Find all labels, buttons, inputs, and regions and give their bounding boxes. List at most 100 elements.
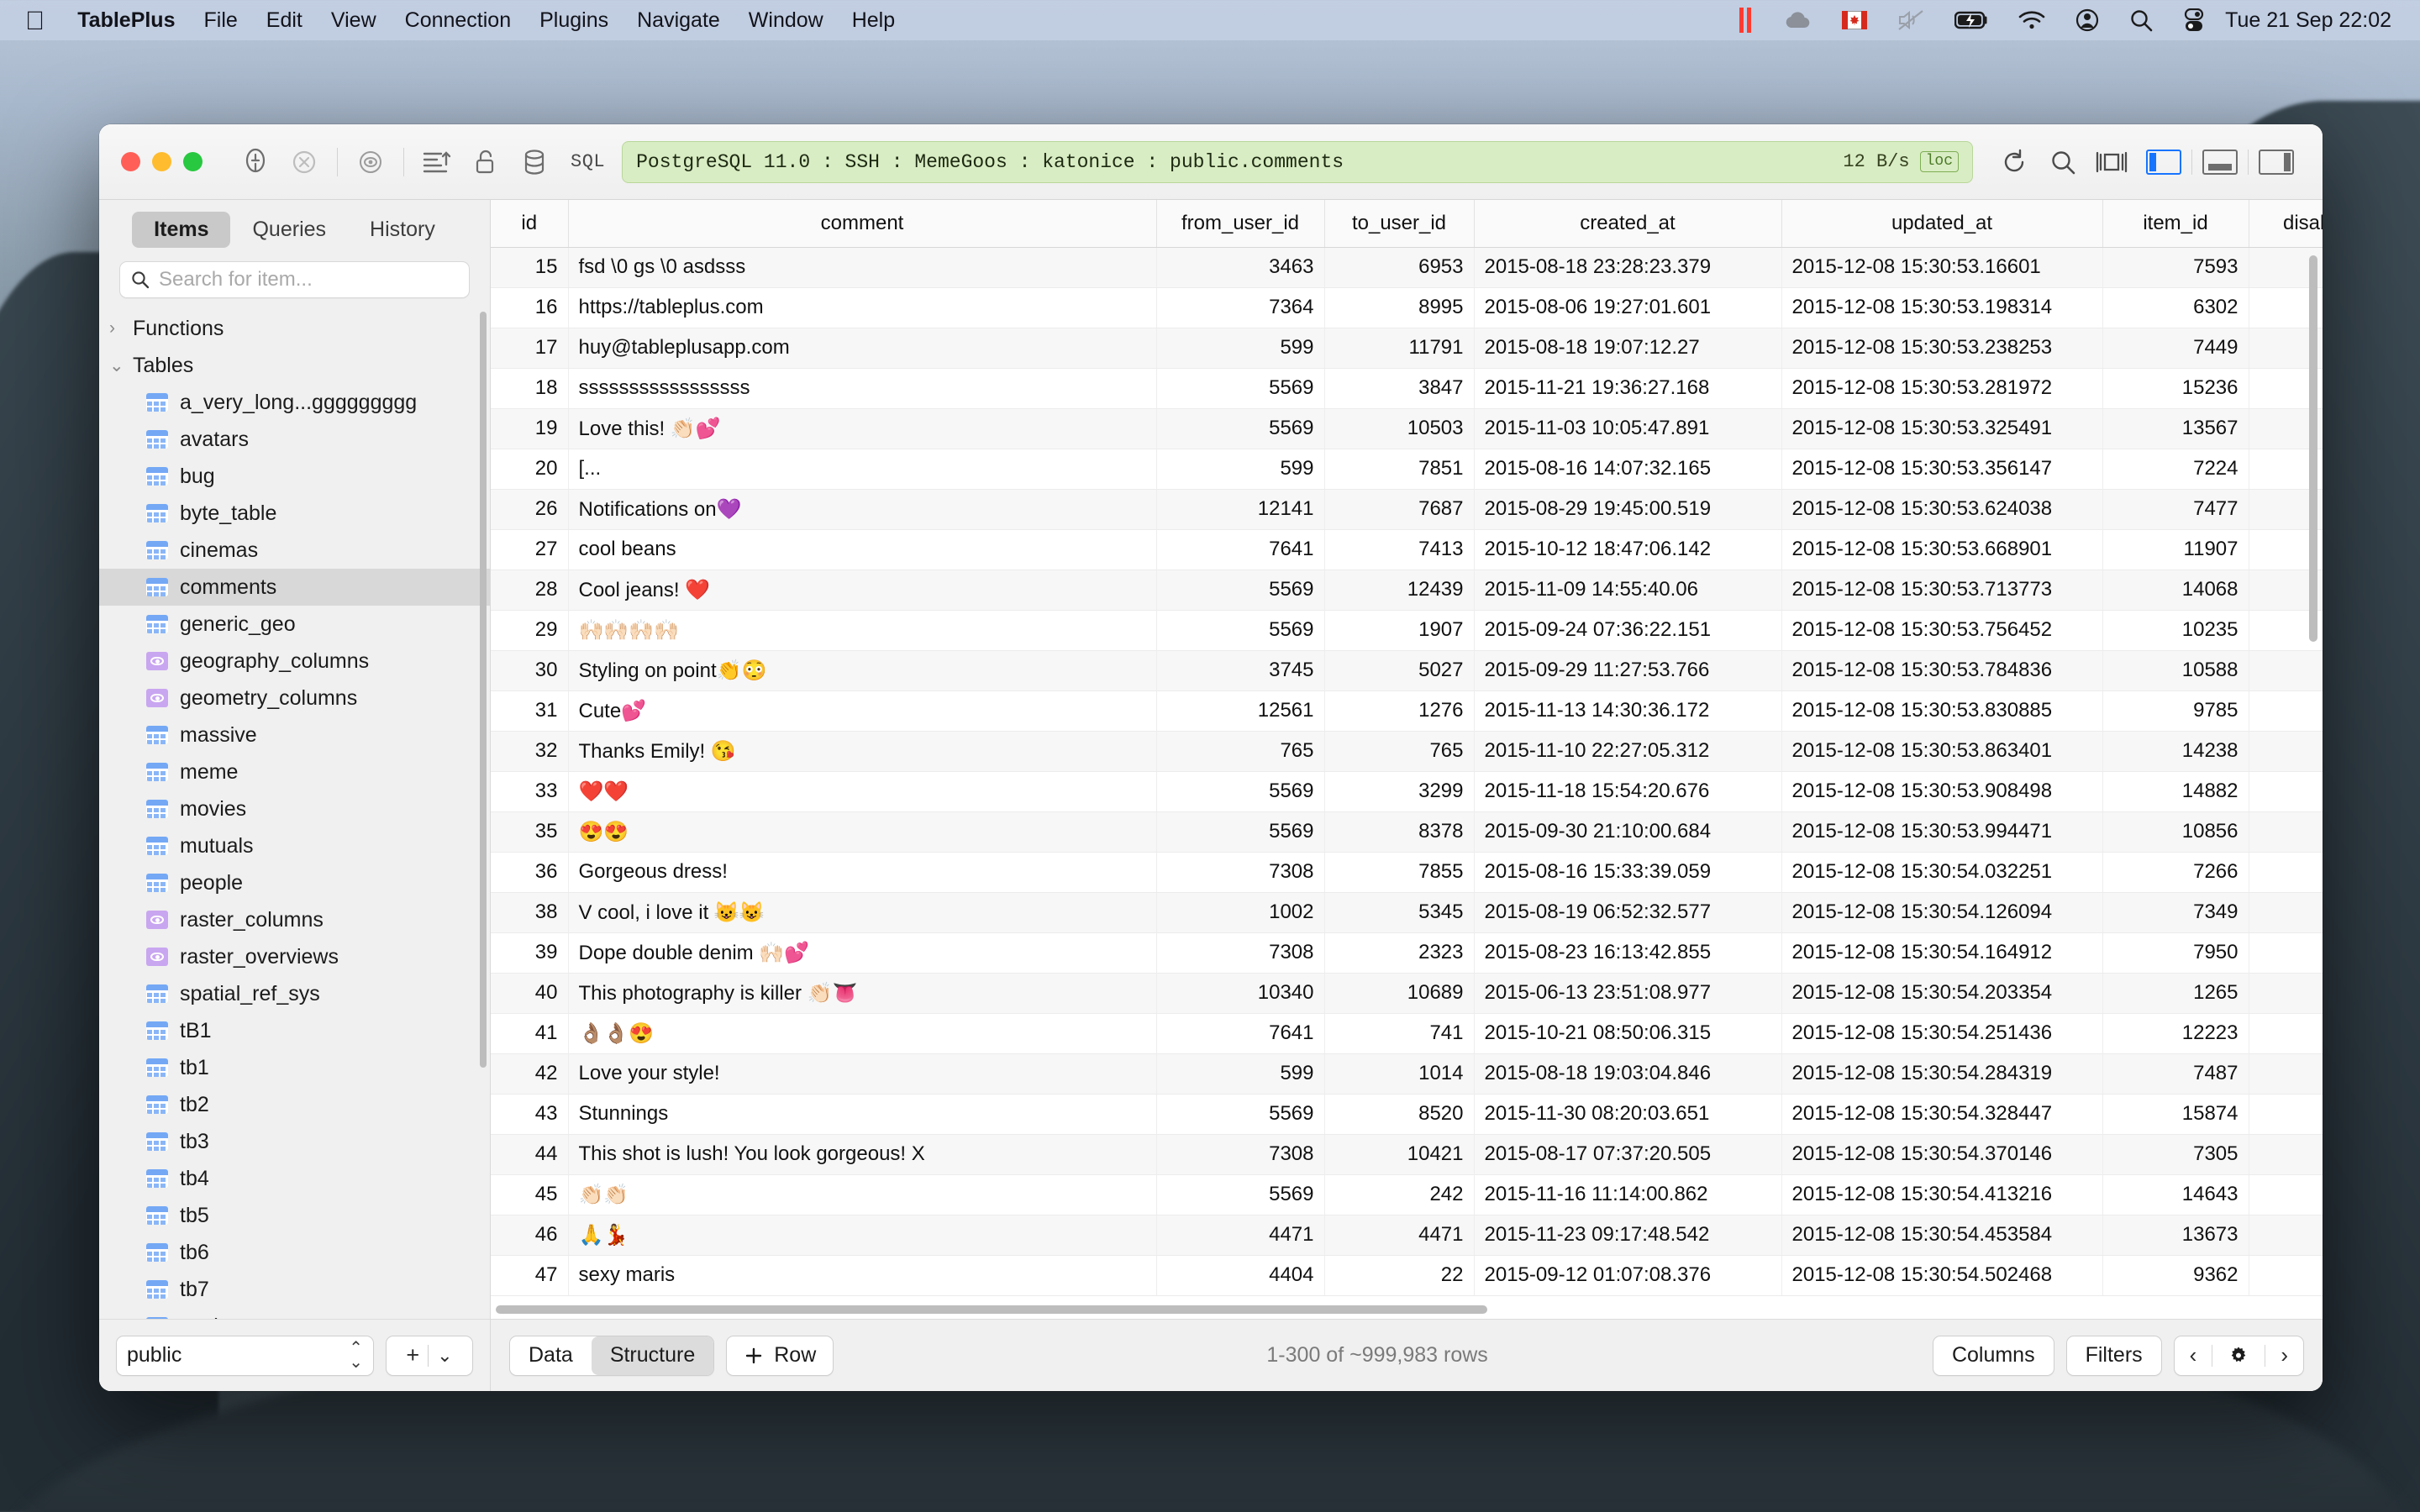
cell-id[interactable]: 41 (491, 1013, 569, 1054)
cell-from-user-id[interactable]: 3745 (1156, 650, 1325, 691)
cell-comment[interactable]: 😍😍 (568, 811, 1157, 853)
cell-created-at[interactable]: 2015-11-10 22:27:05.312 (1474, 731, 1782, 772)
cell-comment[interactable]: sssssssssssssssss (568, 368, 1157, 409)
cell-created-at[interactable]: 2015-11-30 08:20:03.651 (1474, 1094, 1782, 1135)
table-row[interactable]: 43 Stunnings 5569 8520 2015-11-30 08:20:03.6… (491, 1094, 2323, 1135)
sidebar-item-geography-columns[interactable]: geography_columns (99, 643, 490, 680)
cell-id[interactable]: 32 (491, 731, 569, 772)
column-header-id[interactable]: id (491, 200, 569, 248)
mute-icon[interactable] (1882, 0, 1939, 40)
cell-updated-at[interactable]: 2015-12-08 15:30:54.032251 (1781, 852, 2103, 893)
table-row[interactable]: 35 😍😍 5569 8378 2015-09-30 21:10:00.684 2015-… (491, 811, 2323, 853)
table-row[interactable]: 16 https://tableplus.com 7364 8995 2015-08-0… (491, 287, 2323, 328)
sidebar-item-tb1[interactable]: tb1 (99, 1049, 490, 1086)
close-window-button[interactable] (121, 152, 140, 171)
cell-to-user-id[interactable]: 10421 (1324, 1134, 1475, 1175)
menu-item-help[interactable]: Help (838, 8, 909, 33)
grid-horizontal-scrollbar[interactable] (496, 1305, 1487, 1314)
sidebar-search-box[interactable] (119, 261, 470, 298)
menu-bar-clock[interactable]: Tue 21 Sep 22:02 (2220, 8, 2402, 33)
cell-created-at[interactable]: 2015-11-23 09:17:48.542 (1474, 1215, 1782, 1256)
sidebar-item-tb4[interactable]: tb4 (99, 1160, 490, 1197)
cell-comment[interactable]: https://tableplus.com (568, 287, 1157, 328)
cell-id[interactable]: 46 (491, 1215, 569, 1256)
canada-flag-icon[interactable] (1827, 0, 1882, 40)
column-header-comment[interactable]: comment (568, 200, 1157, 248)
cell-from-user-id[interactable]: 4404 (1156, 1255, 1325, 1296)
cell-id[interactable]: 45 (491, 1174, 569, 1215)
cell-disable[interactable]: 0 (2249, 650, 2323, 691)
cell-id[interactable]: 16 (491, 287, 569, 328)
cell-created-at[interactable]: 2015-08-18 23:28:23.379 (1474, 247, 1782, 288)
table-row[interactable]: 32 Thanks Emily! 😘 765 765 2015-11-10 22:27:… (491, 731, 2323, 772)
cell-updated-at[interactable]: 2015-12-08 15:30:54.251436 (1781, 1013, 2103, 1054)
cell-created-at[interactable]: 2015-11-16 11:14:00.862 (1474, 1174, 1782, 1215)
column-header-disable[interactable]: disable (2249, 200, 2323, 248)
table-row[interactable]: 18 sssssssssssssssss 5569 3847 2015-11-21 19… (491, 368, 2323, 409)
cell-id[interactable]: 47 (491, 1255, 569, 1296)
cell-comment[interactable]: 🙌🏻🙌🏻🙌🏻🙌🏻 (568, 610, 1157, 651)
cell-updated-at[interactable]: 2015-12-08 15:30:53.624038 (1781, 489, 2103, 530)
search-input[interactable] (159, 268, 459, 291)
sidebar-item-tb7[interactable]: tb7 (99, 1271, 490, 1308)
add-item-button[interactable]: + ⌄ (386, 1335, 473, 1376)
cell-updated-at[interactable]: 2015-12-08 15:30:53.908498 (1781, 771, 2103, 812)
cell-to-user-id[interactable]: 5027 (1324, 650, 1475, 691)
table-row[interactable]: 28 Cool jeans! ❤️ 5569 12439 2015-11-09 14:5… (491, 570, 2323, 611)
table-row[interactable]: 30 Styling on point👏😳 3745 5027 2015-09-29 1… (491, 650, 2323, 691)
cell-comment[interactable]: Cool jeans! ❤️ (568, 570, 1157, 611)
sidebar-item-raster-overviews[interactable]: raster_overviews (99, 938, 490, 975)
cell-from-user-id[interactable]: 1002 (1156, 892, 1325, 933)
chevron-left-icon[interactable]: ‹ (2175, 1336, 2212, 1375)
menu-item-window[interactable]: Window (734, 8, 838, 33)
cell-to-user-id[interactable]: 1014 (1324, 1053, 1475, 1095)
cell-item-id[interactable]: 14238 (2102, 731, 2249, 772)
cell-id[interactable]: 20 (491, 449, 569, 490)
cell-updated-at[interactable]: 2015-12-08 15:30:54.284319 (1781, 1053, 2103, 1095)
sidebar-item-geometry-columns[interactable]: geometry_columns (99, 680, 490, 717)
left-panel-toggle[interactable] (2146, 149, 2181, 175)
cell-to-user-id[interactable]: 5345 (1324, 892, 1475, 933)
cell-created-at[interactable]: 2015-09-29 11:27:53.766 (1474, 650, 1782, 691)
tab-items[interactable]: Items (132, 212, 231, 248)
cell-id[interactable]: 35 (491, 811, 569, 853)
cell-from-user-id[interactable]: 12141 (1156, 489, 1325, 530)
table-row[interactable]: 41 👌🏽👌🏽😍 7641 741 2015-10-21 08:50:06.315 201… (491, 1013, 2323, 1054)
cell-to-user-id[interactable]: 3847 (1324, 368, 1475, 409)
tab-structure[interactable]: Structure (591, 1336, 714, 1375)
cell-updated-at[interactable]: 2015-12-08 15:30:53.668901 (1781, 529, 2103, 570)
cell-id[interactable]: 43 (491, 1094, 569, 1135)
cell-disable[interactable]: 0 (2249, 852, 2323, 893)
cell-updated-at[interactable]: 2015-12-08 15:30:53.830885 (1781, 690, 2103, 732)
cell-comment[interactable]: 👏🏻👏🏻 (568, 1174, 1157, 1215)
battery-charging-icon[interactable] (1939, 0, 2003, 40)
cell-comment[interactable]: This photography is killer 👏🏻👅 (568, 973, 1157, 1014)
cell-comment[interactable]: V cool, i love it 😺😺 (568, 892, 1157, 933)
cell-item-id[interactable]: 15236 (2102, 368, 2249, 409)
cell-from-user-id[interactable]: 5569 (1156, 811, 1325, 853)
cell-disable[interactable]: 0 (2249, 1094, 2323, 1135)
cell-to-user-id[interactable]: 3299 (1324, 771, 1475, 812)
cell-disable[interactable]: 0 (2249, 892, 2323, 933)
cell-comment[interactable]: cool beans (568, 529, 1157, 570)
connection-info-bar[interactable]: PostgreSQL 11.0 : SSH : MemeGoos : katon… (622, 140, 1973, 183)
grid-vertical-scrollbar[interactable] (2309, 255, 2317, 642)
cell-disable[interactable]: 0 (2249, 1174, 2323, 1215)
cell-updated-at[interactable]: 2015-12-08 15:30:53.238253 (1781, 328, 2103, 369)
cell-created-at[interactable]: 2015-08-16 14:07:32.165 (1474, 449, 1782, 490)
table-row[interactable]: 47 sexy maris 4404 22 2015-09-12 01:07:08.37… (491, 1255, 2323, 1296)
cell-created-at[interactable]: 2015-11-03 10:05:47.891 (1474, 408, 1782, 449)
add-row-button[interactable]: Row (726, 1335, 834, 1376)
cell-item-id[interactable]: 7487 (2102, 1053, 2249, 1095)
minimize-window-button[interactable] (152, 152, 171, 171)
column-header-item-id[interactable]: item_id (2102, 200, 2249, 248)
cell-item-id[interactable]: 14068 (2102, 570, 2249, 611)
cell-updated-at[interactable]: 2015-12-08 15:30:53.198314 (1781, 287, 2103, 328)
cell-item-id[interactable]: 10588 (2102, 650, 2249, 691)
cell-disable[interactable]: 1 (2249, 973, 2323, 1014)
sidebar-item-tb1[interactable]: tB1 (99, 1012, 490, 1049)
resize-columns-icon[interactable] (2087, 139, 2136, 186)
cell-to-user-id[interactable]: 8378 (1324, 811, 1475, 853)
cell-from-user-id[interactable]: 5569 (1156, 610, 1325, 651)
table-row[interactable]: 20 [... 599 7851 2015-08-16 14:07:32.165 2015… (491, 449, 2323, 490)
